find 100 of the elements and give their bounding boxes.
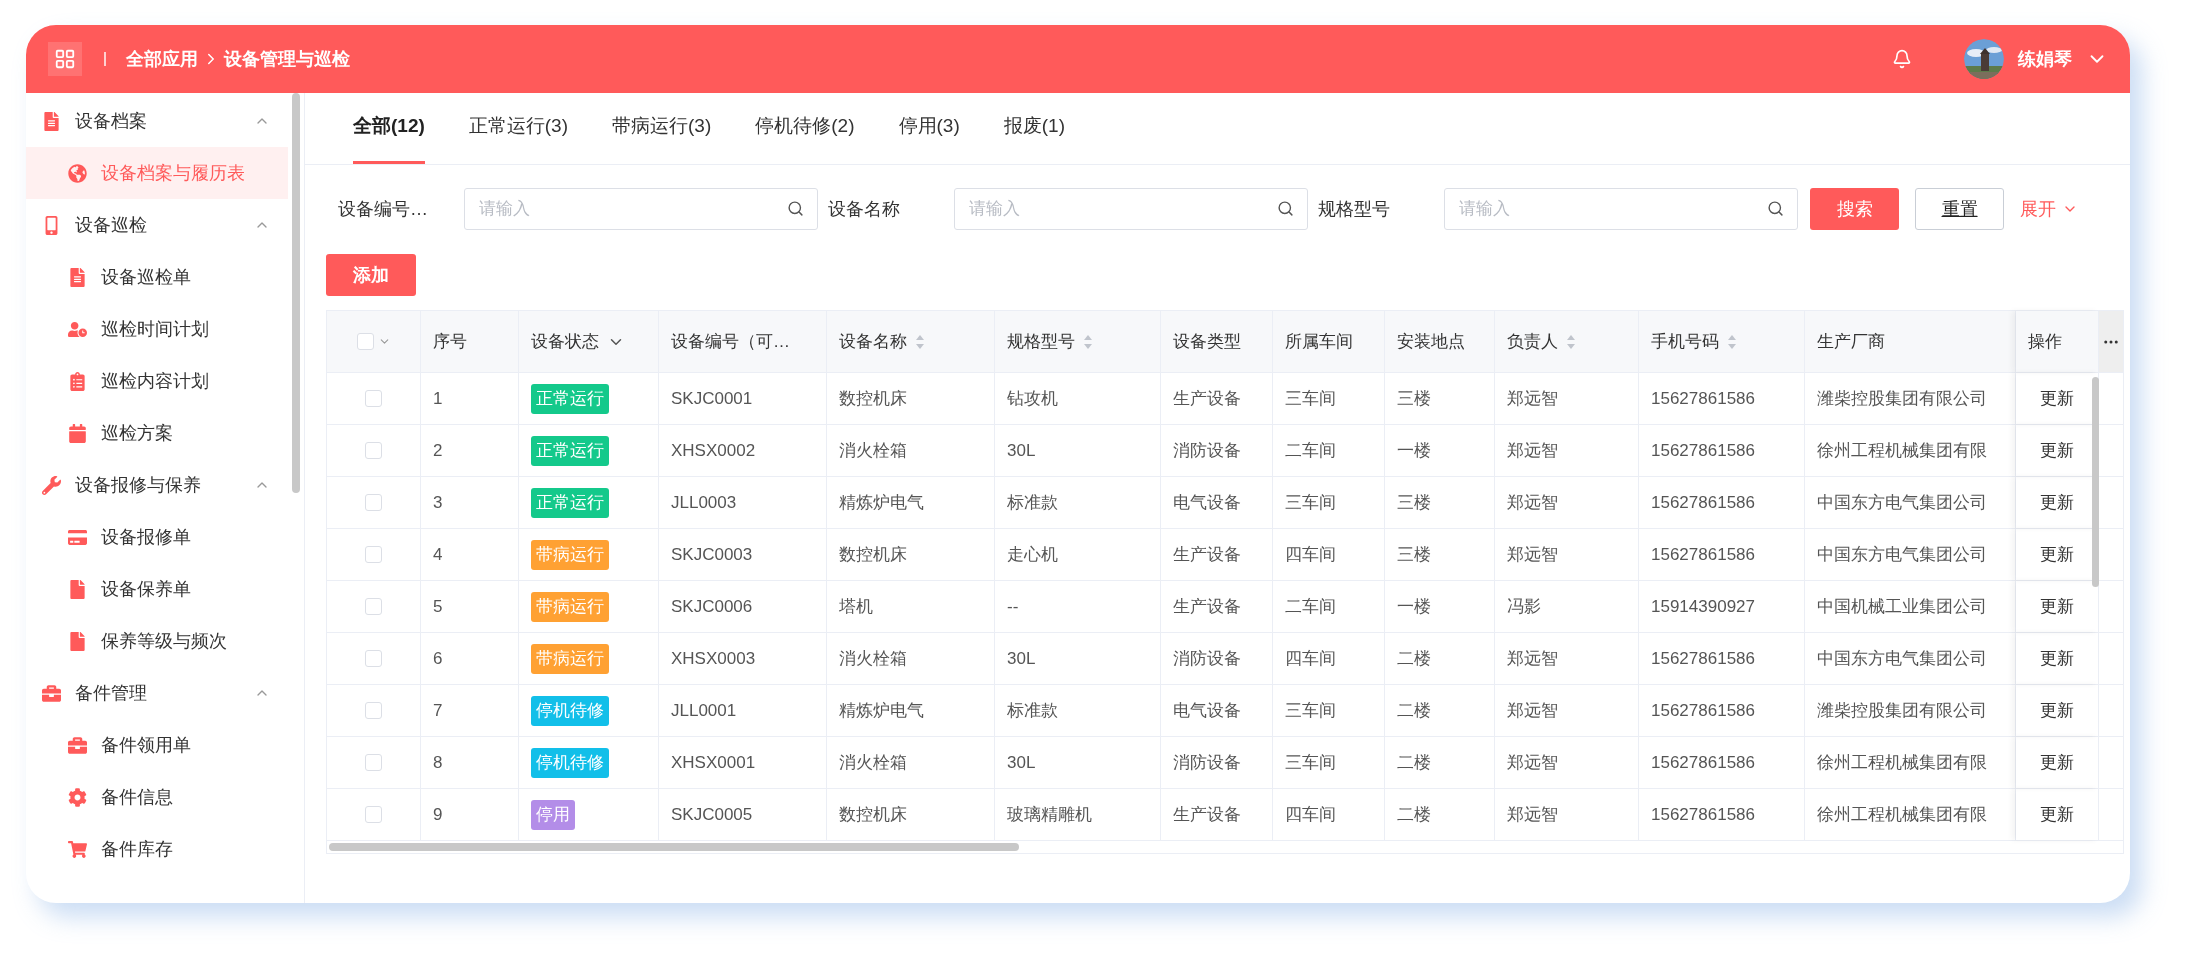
sidebar-item[interactable]: 巡检内容计划 bbox=[26, 355, 288, 407]
table-cell-text: 二楼 bbox=[1397, 803, 1431, 826]
checkbox[interactable] bbox=[365, 546, 382, 563]
checkbox[interactable] bbox=[365, 806, 382, 823]
filter-label: 设备名称 bbox=[828, 197, 901, 221]
table-cell-text: 郑远智 bbox=[1507, 439, 1558, 462]
table-cell-text: JLL0003 bbox=[671, 491, 737, 514]
table-cell-text: 四车间 bbox=[1285, 543, 1336, 566]
search-field[interactable]: 请输入 bbox=[954, 188, 1308, 230]
sort-icon[interactable] bbox=[915, 333, 925, 350]
tab[interactable]: 停用(3) bbox=[898, 92, 960, 164]
card-icon bbox=[68, 527, 87, 547]
checkbox[interactable] bbox=[365, 442, 382, 459]
table-cell-text: 数控机床 bbox=[839, 387, 907, 410]
sidebar-item[interactable]: 设备保养单 bbox=[26, 563, 288, 615]
sort-icon[interactable] bbox=[1727, 333, 1737, 350]
column-header: 规格型号 bbox=[1007, 330, 1075, 353]
scrollbar[interactable] bbox=[292, 93, 300, 493]
table-cell-text: 二楼 bbox=[1397, 699, 1431, 722]
update-link[interactable]: 更新 bbox=[2040, 489, 2074, 516]
search-field[interactable]: 请输入 bbox=[1444, 188, 1798, 230]
table-cell-text: 三车间 bbox=[1285, 491, 1336, 514]
sidebar-group[interactable]: 设备档案 bbox=[26, 95, 288, 147]
table-cell-text: 郑远智 bbox=[1507, 491, 1558, 514]
update-link[interactable]: 更新 bbox=[2040, 749, 2074, 776]
column-header: 设备名称 bbox=[839, 330, 907, 353]
sidebar-item[interactable]: 设备报修单 bbox=[26, 511, 288, 563]
scrollbar[interactable] bbox=[329, 843, 1019, 851]
clipboard-icon bbox=[68, 371, 87, 391]
status-tag: 带病运行 bbox=[531, 643, 609, 674]
table-cell-text: 钻攻机 bbox=[1007, 387, 1058, 410]
table-cell-text: 15914390927 bbox=[1651, 595, 1755, 618]
table-cell-text: 8 bbox=[433, 751, 443, 774]
table-cell-text: 数控机床 bbox=[839, 803, 907, 826]
checkbox[interactable] bbox=[365, 754, 382, 771]
checkbox[interactable] bbox=[365, 598, 382, 615]
sidebar-item[interactable]: 保养等级与频次 bbox=[26, 615, 288, 667]
sort-icon[interactable] bbox=[1566, 333, 1576, 350]
globe-icon bbox=[68, 163, 87, 183]
gear-icon bbox=[68, 787, 87, 807]
table-cell-text: 15627861586 bbox=[1651, 751, 1755, 774]
table-cell-text: 消防设备 bbox=[1173, 751, 1241, 774]
table-cell-text: 15627861586 bbox=[1651, 491, 1755, 514]
sidebar-group[interactable]: 备件管理 bbox=[26, 667, 288, 719]
scrollbar[interactable] bbox=[2092, 377, 2099, 587]
sidebar-item[interactable]: 备件领用单 bbox=[26, 719, 288, 771]
checkbox[interactable] bbox=[365, 494, 382, 511]
tab[interactable]: 带病运行(3) bbox=[612, 92, 712, 164]
search-icon bbox=[1277, 200, 1294, 217]
column-header: 序号 bbox=[433, 330, 467, 353]
apps-grid-icon[interactable] bbox=[48, 42, 82, 76]
sidebar-item[interactable]: 巡检方案 bbox=[26, 407, 288, 459]
tab[interactable]: 报废(1) bbox=[1003, 92, 1065, 164]
table-cell-text: 三车间 bbox=[1285, 387, 1336, 410]
checkbox[interactable] bbox=[365, 390, 382, 407]
status-tag: 带病运行 bbox=[531, 591, 609, 622]
status-tag: 正常运行 bbox=[531, 435, 609, 466]
reset-button[interactable]: 重置 bbox=[1915, 188, 2004, 230]
tab[interactable]: 停机待修(2) bbox=[755, 92, 855, 164]
update-link[interactable]: 更新 bbox=[2040, 437, 2074, 464]
table-cell-text: 标准款 bbox=[1007, 699, 1058, 722]
table-cell-text: 5 bbox=[433, 595, 443, 618]
checkbox[interactable] bbox=[365, 650, 382, 667]
table-cell-text: 消防设备 bbox=[1173, 647, 1241, 670]
update-link[interactable]: 更新 bbox=[2040, 801, 2074, 828]
table-cell-text: 4 bbox=[433, 543, 443, 566]
table-cell-text: 30L bbox=[1007, 751, 1036, 774]
bell-icon[interactable] bbox=[1892, 49, 1912, 69]
table-cell-text: 潍柴控股集团有限公司 bbox=[1817, 699, 1987, 722]
sidebar-group[interactable]: 设备巡检 bbox=[26, 199, 288, 251]
table-cell-text: 生产设备 bbox=[1173, 595, 1241, 618]
table-cell-text: 电气设备 bbox=[1173, 491, 1241, 514]
checkbox[interactable] bbox=[365, 702, 382, 719]
column-header: 手机号码 bbox=[1651, 330, 1719, 353]
table-cell-text: 徐州工程机械集团有限 bbox=[1817, 751, 1987, 774]
table-cell-text: XHSX0002 bbox=[671, 439, 756, 462]
update-link[interactable]: 更新 bbox=[2040, 541, 2074, 568]
table-cell-text: 二楼 bbox=[1397, 751, 1431, 774]
tab[interactable]: 正常运行(3) bbox=[468, 92, 569, 164]
update-link[interactable]: 更新 bbox=[2040, 385, 2074, 412]
sidebar-item[interactable]: 备件信息 bbox=[26, 771, 288, 823]
table-cell-text: 消火栓箱 bbox=[839, 439, 907, 462]
sidebar-group[interactable]: 设备报修与保养 bbox=[26, 459, 288, 511]
table-cell-text: 生产设备 bbox=[1173, 387, 1241, 410]
table-cell-text: 标准款 bbox=[1007, 491, 1058, 514]
table-cell-text: 冯影 bbox=[1507, 595, 1541, 618]
table-cell-text: 3 bbox=[433, 491, 443, 514]
sidebar-item[interactable]: 设备巡检单 bbox=[26, 251, 288, 303]
table-cell-text: 生产设备 bbox=[1173, 803, 1241, 826]
table-cell-text: 7 bbox=[433, 699, 443, 722]
tab[interactable]: 全部(12) bbox=[353, 92, 425, 164]
search-field[interactable]: 请输入 bbox=[464, 188, 818, 230]
table-cell-text: 9 bbox=[433, 803, 443, 826]
sidebar-item[interactable]: 备件库存 bbox=[26, 823, 288, 875]
checkbox[interactable] bbox=[356, 333, 374, 350]
sort-icon[interactable] bbox=[1083, 333, 1093, 350]
sidebar-item[interactable]: 巡检时间计划 bbox=[26, 303, 288, 355]
update-link[interactable]: 更新 bbox=[2040, 645, 2074, 672]
update-link[interactable]: 更新 bbox=[2040, 697, 2074, 724]
update-link[interactable]: 更新 bbox=[2040, 593, 2074, 620]
